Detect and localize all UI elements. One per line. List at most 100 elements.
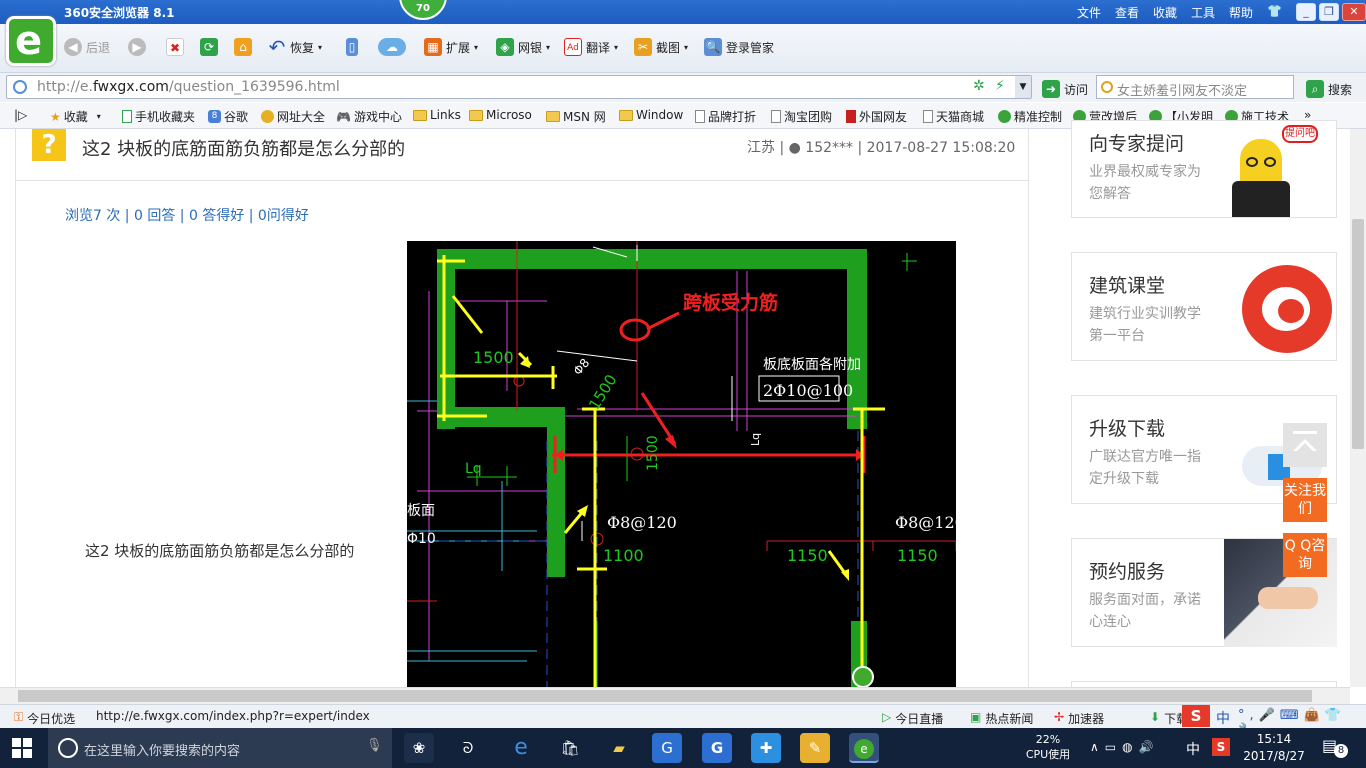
speed-icon[interactable]: ✲ [973,78,985,94]
fav-item[interactable]: 8 谷歌 [208,108,248,125]
fav-item[interactable]: 🎮 游戏中心 [336,108,402,125]
hscroll-thumb[interactable] [18,690,1312,702]
explorer-icon[interactable]: ▰ [604,733,634,763]
follow-us-button[interactable]: 关注我们 [1283,478,1327,522]
app-glodon-icon[interactable]: G [652,733,682,763]
mic-icon[interactable]: 🎙 [366,738,383,753]
card-building-class[interactable]: 建筑课堂 建筑行业实训教学第一平台 [1071,252,1337,361]
minimize-button[interactable]: _ [1296,3,1316,21]
task-view-icon[interactable]: ❀ [404,733,434,763]
sogou-ime-icon[interactable]: S [1182,705,1210,727]
mobile-button[interactable]: ▯ [346,35,358,59]
fav-item[interactable]: 天猫商城 [923,108,984,125]
fav-item[interactable]: 品牌打折 [695,108,756,125]
menu-file[interactable]: 文件 [1077,4,1101,21]
home-button[interactable]: ⌂ [234,35,252,59]
fav-item[interactable]: 淘宝团购 [771,108,832,125]
key-icon: 🔍 [704,38,722,56]
fav-item[interactable]: 精准控制 [998,108,1062,125]
edge-icon[interactable]: e [506,733,536,763]
app-g-icon[interactable]: G [702,733,732,763]
hot-news[interactable]: ▣ 热点新闻 [970,710,1033,727]
menu-help[interactable]: 帮助 [1229,4,1253,21]
card-title: 预约服务 [1089,561,1166,583]
bank-button[interactable]: ◈ 网银 ▾ [496,35,550,59]
shirt-icon[interactable]: 👕 [1267,4,1282,21]
forward-button[interactable]: ▶ [128,35,146,59]
fav-item[interactable]: Window [619,108,683,122]
ime-mode[interactable]: 中 [1216,708,1230,728]
score-badge[interactable]: 70 [399,0,447,20]
chevron-up-icon [1293,431,1317,434]
tray-ime[interactable]: 中 [1186,739,1200,759]
tray-icons[interactable]: ∧▭◍🔊 [1090,740,1160,754]
vertical-scrollbar[interactable] [1350,129,1366,687]
back-to-top-button[interactable] [1283,423,1327,467]
taskbar-search[interactable]: 在这里输入你要搜索的内容 🎙 [48,728,392,768]
stop-button[interactable]: ✖ [166,35,184,59]
restore-button[interactable]: ↶ 恢复 ▾ [268,35,322,59]
accelerator[interactable]: ✢ 加速器 [1054,710,1104,727]
cad-lq: Lq [465,461,482,477]
phone-icon: ▯ [346,38,358,56]
cad-side2: Φ10 [407,531,436,547]
lightning-icon[interactable]: ⚡ [995,78,1005,94]
cpu-usage[interactable]: 22% CPU使用 [1024,733,1072,762]
go-button[interactable]: ➜ 访问 [1042,77,1088,101]
live-today[interactable]: ▷ 今日直播 [882,710,943,727]
maximize-button[interactable]: ❐ [1319,3,1339,21]
star-icon: ★ [50,109,61,124]
browser-logo[interactable]: e [6,16,56,66]
question-title: 这2 块板的底筋面筋负筋都是怎么分部的 [82,139,406,160]
fav-collect[interactable]: ★ 收藏 ▾ [50,108,101,125]
screenshot-button[interactable]: ✂ 截图 ▾ [634,35,688,59]
url-dropdown-icon[interactable]: ▼ [1015,76,1031,98]
clock[interactable]: 15:14 2017/8/27 [1240,731,1308,765]
fav-item[interactable]: Links [413,108,461,122]
favbar-toggle[interactable]: |▷ [14,108,27,122]
cad-1500-c: 1500 [645,435,661,471]
cad-lq-2: Lq [749,433,762,446]
fav-item[interactable]: 网址大全 [261,108,325,125]
windows-start-button[interactable] [12,738,32,758]
card-title: 升级下载 [1089,418,1166,440]
question-stats[interactable]: 浏览7 次 | 0 回答 | 0 答得好 | 0问得好 [65,205,309,225]
back-button[interactable]: ◀ 后退 [64,35,110,59]
qq-consult-button[interactable]: Q Q咨询 [1283,533,1327,577]
scroll-thumb[interactable] [1352,219,1364,449]
login-manager-button[interactable]: 🔍 登录管家 [704,35,774,59]
fav-item[interactable]: 外国网友 [846,108,907,125]
horizontal-scrollbar[interactable] [0,687,1350,704]
app-plus-icon[interactable]: ✚ [751,733,781,763]
today-picks[interactable]: ⚿ 今日优选 [14,710,75,727]
search-engine-icon[interactable] [1101,81,1113,93]
cad-1150-a: 1150 [787,546,828,565]
refresh-button[interactable]: ⟳ [200,35,218,59]
bookmark-red-icon [846,110,856,123]
browser-360-icon[interactable]: e [849,733,879,763]
stop-icon: ✖ [166,38,184,56]
translate-button[interactable]: Ad 翻译 ▾ [564,35,618,59]
extend-button[interactable]: ▦ 扩展 ▾ [424,35,478,59]
close-button[interactable]: ✕ [1342,3,1366,21]
menu-view[interactable]: 查看 [1115,4,1139,21]
google-icon: 8 [208,110,221,123]
basket-icon: ⚿ [14,710,24,724]
notes-icon[interactable]: ✎ [800,733,830,763]
card-ask-expert[interactable]: 向专家提问 业界最权威专家为您解答 提问吧 [1071,120,1337,218]
fav-item[interactable]: Microso [469,108,532,122]
notifications-icon[interactable]: ▤ 8 [1322,736,1348,760]
tray-sogou-icon[interactable]: S [1212,738,1230,756]
url-text: http://e.fwxgx.com/question_1639596.html [37,79,340,95]
cloud-button[interactable]: ☁ [378,35,406,59]
search-button[interactable]: ⌕ 搜索 [1306,77,1352,101]
search-input[interactable]: 女主娇羞引网友不淡定 [1096,75,1294,99]
menu-tools[interactable]: 工具 [1191,4,1215,21]
fav-item[interactable]: 手机收藏夹 [122,108,195,125]
menu-favorites[interactable]: 收藏 [1153,4,1177,21]
store-icon[interactable]: 🛍 [555,733,585,763]
url-field[interactable]: http://e.fwxgx.com/question_1639596.html… [6,75,1032,99]
cad-red-label: 跨板受力筋 [683,291,778,314]
app-swirl-icon[interactable]: ᘐ [453,733,483,763]
fav-item[interactable]: MSN 网 [546,108,606,125]
